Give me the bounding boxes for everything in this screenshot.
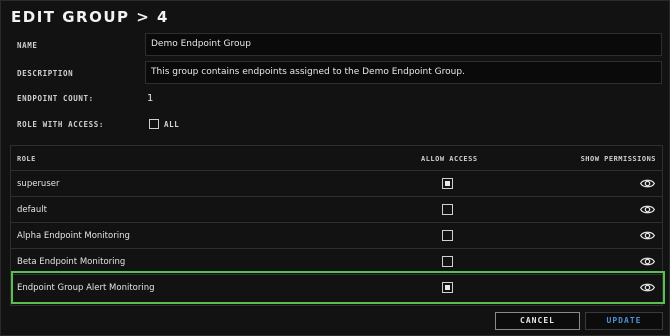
table-row: Beta Endpoint Monitoring [11, 249, 662, 275]
all-roles-checkbox[interactable] [149, 119, 159, 129]
role-name: Beta Endpoint Monitoring [17, 257, 126, 267]
endpoint-count-label: ENDPOINT COUNT: [17, 94, 94, 103]
name-label: NAME [17, 41, 38, 50]
eye-icon[interactable] [640, 255, 655, 268]
role-name: Alpha Endpoint Monitoring [17, 231, 130, 241]
all-roles-label: ALL [164, 120, 180, 129]
table-row: Alpha Endpoint Monitoring [11, 223, 662, 249]
roles-table-header: ROLE ALLOW ACCESS SHOW PERMISSIONS [11, 146, 662, 171]
roles-table: ROLE ALLOW ACCESS SHOW PERMISSIONS super… [10, 145, 663, 306]
allow-access-checkbox[interactable] [442, 178, 453, 189]
cancel-button[interactable]: CANCEL [495, 312, 580, 330]
endpoint-count-value: 1 [147, 93, 154, 104]
table-row: Endpoint Group Alert Monitoring [11, 275, 662, 301]
dialog-title: EDIT GROUP > 4 [11, 8, 169, 26]
allow-access-checkbox[interactable] [442, 282, 453, 293]
description-input[interactable]: This group contains endpoints assigned t… [145, 61, 662, 84]
allow-access-checkbox[interactable] [442, 230, 453, 241]
column-header-allow-access: ALLOW ACCESS [421, 155, 478, 163]
allow-access-checkbox[interactable] [442, 256, 453, 267]
column-header-show-permissions: SHOW PERMISSIONS [580, 155, 656, 163]
description-label: DESCRIPTION [17, 69, 74, 78]
role-name: default [17, 205, 47, 215]
table-row: superuser [11, 171, 662, 197]
eye-icon[interactable] [640, 281, 655, 294]
column-header-role: ROLE [17, 155, 36, 163]
allow-access-checkbox[interactable] [442, 204, 453, 215]
eye-icon[interactable] [640, 177, 655, 190]
update-button[interactable]: UPDATE [585, 312, 663, 330]
name-input[interactable]: Demo Endpoint Group [145, 33, 662, 56]
role-name: superuser [17, 179, 60, 189]
table-row: default [11, 197, 662, 223]
eye-icon[interactable] [640, 203, 655, 216]
role-with-access-label: ROLE WITH ACCESS: [17, 120, 104, 129]
eye-icon[interactable] [640, 229, 655, 242]
edit-group-dialog: EDIT GROUP > 4 NAME Demo Endpoint Group … [0, 0, 670, 336]
role-name: Endpoint Group Alert Monitoring [17, 283, 155, 293]
